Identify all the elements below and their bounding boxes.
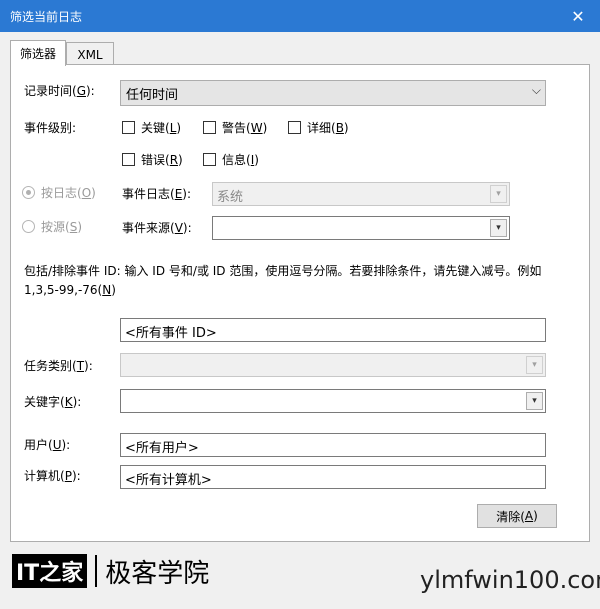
ithome-logo: IT之家 bbox=[12, 554, 88, 588]
user-value: <所有用户> bbox=[125, 441, 199, 456]
logged-label: 记录时间(G): bbox=[24, 84, 95, 98]
title-bar: 筛选当前日志 ✕ bbox=[0, 0, 600, 32]
dropdown-icon[interactable]: ▾ bbox=[490, 185, 507, 203]
computer-input[interactable]: <所有计算机> bbox=[120, 465, 546, 489]
information-checkbox[interactable]: 信息(I) bbox=[203, 151, 259, 168]
dropdown-icon[interactable]: ▾ bbox=[526, 392, 543, 410]
error-checkbox[interactable]: 错误(R) bbox=[122, 151, 183, 168]
user-label: 用户(U): bbox=[24, 438, 71, 452]
event-sources-label: 事件来源(V): bbox=[122, 221, 192, 235]
event-id-value: <所有事件 ID> bbox=[125, 326, 217, 341]
event-logs-value: 系统 bbox=[217, 190, 244, 205]
computer-value: <所有计算机> bbox=[125, 473, 212, 488]
event-logs-field[interactable]: 系统 ▾ bbox=[212, 182, 510, 206]
radio-dot[interactable] bbox=[22, 186, 35, 199]
checkbox-box[interactable] bbox=[203, 121, 216, 134]
close-icon[interactable]: ✕ bbox=[556, 0, 600, 32]
by-log-radio[interactable]: 按日志(O) bbox=[22, 184, 96, 201]
verbose-checkbox[interactable]: 详细(B) bbox=[288, 119, 349, 136]
critical-checkbox[interactable]: 关键(L) bbox=[122, 119, 181, 136]
window-title: 筛选当前日志 bbox=[10, 10, 83, 24]
tab-filter[interactable]: 筛选器 bbox=[10, 40, 66, 66]
tab-xml[interactable]: XML bbox=[66, 42, 114, 66]
event-level-label: 事件级别: bbox=[24, 121, 77, 135]
watermark-site: ylmfwin100.com bbox=[420, 566, 600, 594]
divider bbox=[95, 555, 98, 587]
event-id-input[interactable]: <所有事件 ID> bbox=[120, 318, 546, 342]
event-sources-field[interactable]: ▾ bbox=[212, 216, 510, 240]
user-input[interactable]: <所有用户> bbox=[120, 433, 546, 457]
logged-value: 任何时间 bbox=[126, 88, 179, 103]
task-category-field[interactable]: ▾ bbox=[120, 353, 546, 377]
keywords-field[interactable]: ▾ bbox=[120, 389, 546, 413]
logged-combo[interactable]: 任何时间 ⌵ bbox=[120, 80, 546, 106]
checkbox-box[interactable] bbox=[122, 121, 135, 134]
watermark-text: 极客学院 bbox=[105, 558, 210, 589]
dropdown-icon[interactable]: ▾ bbox=[526, 356, 543, 374]
event-id-description: 包括/排除事件 ID: 输入 ID 号和/或 ID 范围，使用逗号分隔。若要排除… bbox=[24, 264, 542, 297]
event-logs-label: 事件日志(E): bbox=[122, 187, 192, 201]
chevron-down-icon: ⌵ bbox=[531, 83, 541, 97]
radio-dot[interactable] bbox=[22, 220, 35, 233]
watermark-left: IT之家 极客学院 bbox=[12, 553, 209, 589]
by-source-radio[interactable]: 按源(S) bbox=[22, 218, 82, 235]
checkbox-box[interactable] bbox=[288, 121, 301, 134]
task-category-label: 任务类别(T): bbox=[24, 359, 93, 373]
checkbox-box[interactable] bbox=[122, 153, 135, 166]
warning-checkbox[interactable]: 警告(W) bbox=[203, 119, 267, 136]
checkbox-box[interactable] bbox=[203, 153, 216, 166]
clear-button[interactable]: 清除(A) bbox=[477, 504, 557, 528]
dropdown-icon[interactable]: ▾ bbox=[490, 219, 507, 237]
computer-label: 计算机(P): bbox=[24, 469, 81, 483]
keywords-label: 关键字(K): bbox=[24, 395, 82, 409]
